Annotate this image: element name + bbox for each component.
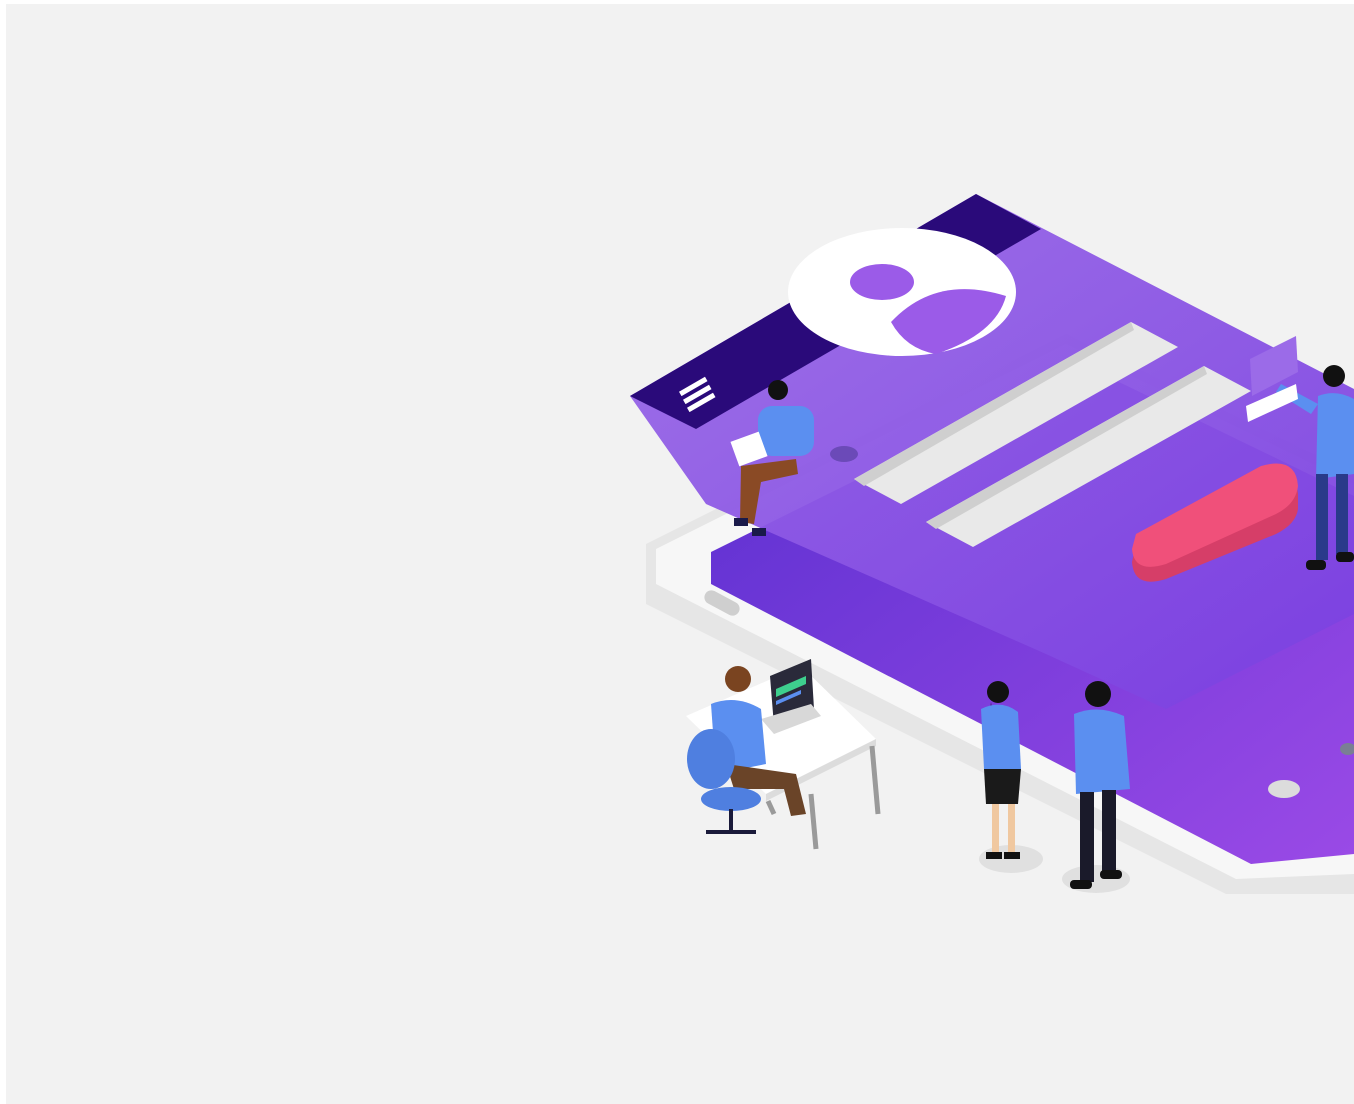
isometric-login-illustration	[630, 194, 1354, 894]
home-button	[1268, 780, 1300, 798]
hero-canvas	[6, 4, 1354, 1104]
avatar-head-icon	[850, 264, 914, 300]
indicator-dot	[830, 446, 858, 462]
